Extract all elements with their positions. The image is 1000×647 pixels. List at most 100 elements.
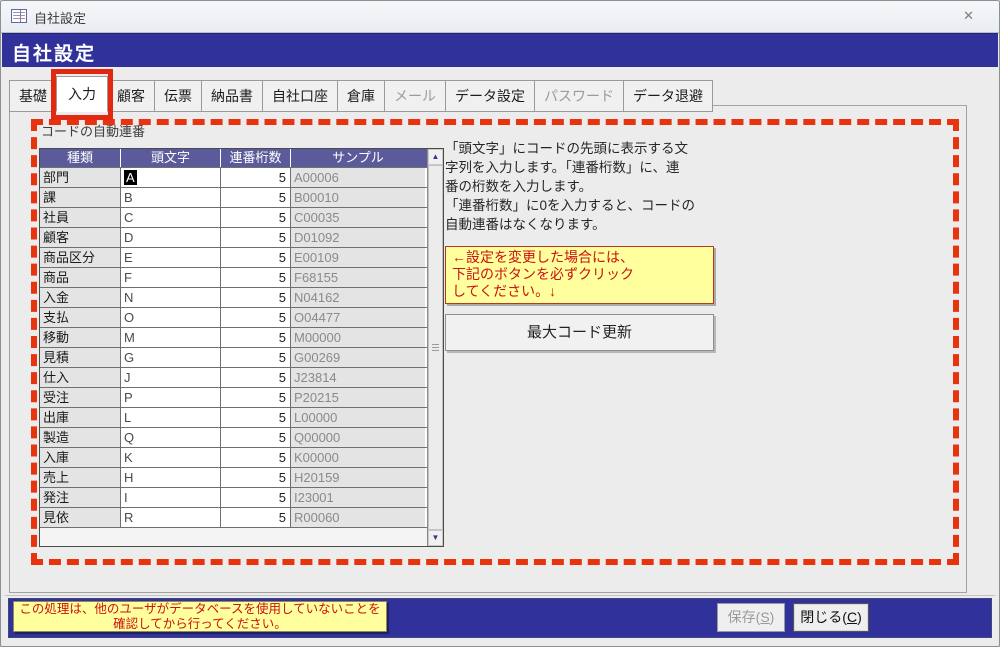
table-row[interactable]: 受注P5P20215: [40, 387, 427, 407]
cell-sample[interactable]: P20215: [290, 388, 425, 407]
table-row[interactable]: 見積G5G00269: [40, 347, 427, 367]
cell-prefix[interactable]: G: [120, 348, 220, 367]
table-row[interactable]: 支払O5O04477: [40, 307, 427, 327]
cell-prefix[interactable]: C: [120, 208, 220, 227]
cell-sample[interactable]: D01092: [290, 228, 425, 247]
table-row[interactable]: 課B5B00010: [40, 187, 427, 207]
cell-sample[interactable]: M00000: [290, 328, 425, 347]
table-row[interactable]: 入金N5N04162: [40, 287, 427, 307]
tab-伝票[interactable]: 伝票: [154, 80, 202, 112]
cell-sample[interactable]: L00000: [290, 408, 425, 427]
cell-sample[interactable]: F68155: [290, 268, 425, 287]
scroll-up-button[interactable]: ▲: [428, 149, 443, 165]
cell-digits[interactable]: 5: [220, 248, 290, 267]
cell-type[interactable]: 部門: [40, 168, 120, 187]
cell-type[interactable]: 商品区分: [40, 248, 120, 267]
cell-digits[interactable]: 5: [220, 168, 290, 187]
cell-digits[interactable]: 5: [220, 288, 290, 307]
tab-入力[interactable]: 入力: [56, 76, 108, 112]
cell-sample[interactable]: K00000: [290, 448, 425, 467]
cell-prefix[interactable]: A: [120, 168, 220, 187]
cell-prefix[interactable]: L: [120, 408, 220, 427]
cell-sample[interactable]: I23001: [290, 488, 425, 507]
table-row[interactable]: 社員C5C00035: [40, 207, 427, 227]
cell-digits[interactable]: 5: [220, 508, 290, 527]
cell-prefix[interactable]: I: [120, 488, 220, 507]
table-row[interactable]: 移動M5M00000: [40, 327, 427, 347]
tab-基礎[interactable]: 基礎: [9, 80, 57, 112]
table-row[interactable]: 発注I5I23001: [40, 487, 427, 507]
cell-type[interactable]: 入金: [40, 288, 120, 307]
table-row[interactable]: 顧客D5D01092: [40, 227, 427, 247]
cell-digits[interactable]: 5: [220, 208, 290, 227]
cell-digits[interactable]: 5: [220, 388, 290, 407]
tab-データ設定[interactable]: データ設定: [445, 80, 535, 112]
cell-type[interactable]: 移動: [40, 328, 120, 347]
cell-type[interactable]: 商品: [40, 268, 120, 287]
cell-sample[interactable]: B00010: [290, 188, 425, 207]
table-empty-row[interactable]: [40, 527, 427, 546]
tab-データ退避[interactable]: データ退避: [623, 80, 713, 112]
tab-メール[interactable]: メール: [384, 80, 446, 112]
cell-prefix[interactable]: M: [120, 328, 220, 347]
cell-digits[interactable]: 5: [220, 468, 290, 487]
cell-digits[interactable]: 5: [220, 268, 290, 287]
cell-type[interactable]: 仕入: [40, 368, 120, 387]
cell-digits[interactable]: 5: [220, 448, 290, 467]
cell-digits[interactable]: 5: [220, 408, 290, 427]
cell-prefix[interactable]: B: [120, 188, 220, 207]
table-row[interactable]: 入庫K5K00000: [40, 447, 427, 467]
table-row[interactable]: 商品F5F68155: [40, 267, 427, 287]
cell-digits[interactable]: 5: [220, 368, 290, 387]
cell-digits[interactable]: 5: [220, 428, 290, 447]
cell-prefix[interactable]: P: [120, 388, 220, 407]
cell-digits[interactable]: 5: [220, 328, 290, 347]
cell-sample[interactable]: Q00000: [290, 428, 425, 447]
table-row[interactable]: 部門A5A00006: [40, 167, 427, 187]
cell-sample[interactable]: J23814: [290, 368, 425, 387]
cell-prefix[interactable]: H: [120, 468, 220, 487]
table-row[interactable]: 商品区分E5E00109: [40, 247, 427, 267]
cell-prefix[interactable]: E: [120, 248, 220, 267]
table-vertical-scrollbar[interactable]: ▲ ▼: [427, 149, 443, 546]
update-max-code-button[interactable]: 最大コード更新: [445, 314, 714, 351]
cell-type[interactable]: 社員: [40, 208, 120, 227]
scroll-down-button[interactable]: ▼: [428, 530, 443, 546]
cell-type[interactable]: 見依: [40, 508, 120, 527]
cell-sample[interactable]: H20159: [290, 468, 425, 487]
table-row[interactable]: 製造Q5Q00000: [40, 427, 427, 447]
cell-type[interactable]: 見積: [40, 348, 120, 367]
cell-prefix[interactable]: R: [120, 508, 220, 527]
cell-prefix[interactable]: O: [120, 308, 220, 327]
close-button[interactable]: 閉じる(C): [793, 603, 869, 632]
tab-納品書[interactable]: 納品書: [201, 80, 263, 112]
cell-sample[interactable]: R00060: [290, 508, 425, 527]
cell-prefix[interactable]: K: [120, 448, 220, 467]
cell-digits[interactable]: 5: [220, 348, 290, 367]
tab-倉庫[interactable]: 倉庫: [337, 80, 385, 112]
window-close-icon[interactable]: ✕: [963, 8, 974, 24]
cell-digits[interactable]: 5: [220, 308, 290, 327]
tab-パスワード[interactable]: パスワード: [534, 80, 624, 112]
cell-type[interactable]: 支払: [40, 308, 120, 327]
table-row[interactable]: 出庫L5L00000: [40, 407, 427, 427]
cell-sample[interactable]: O04477: [290, 308, 425, 327]
cell-digits[interactable]: 5: [220, 228, 290, 247]
cell-digits[interactable]: 5: [220, 488, 290, 507]
cell-type[interactable]: 課: [40, 188, 120, 207]
scrollbar-thumb[interactable]: [428, 165, 443, 530]
cell-type[interactable]: 入庫: [40, 448, 120, 467]
cell-prefix[interactable]: D: [120, 228, 220, 247]
table-row[interactable]: 仕入J5J23814: [40, 367, 427, 387]
table-row[interactable]: 見依R5R00060: [40, 507, 427, 527]
cell-sample[interactable]: G00269: [290, 348, 425, 367]
save-button[interactable]: 保存(S): [717, 603, 785, 632]
cell-type[interactable]: 受注: [40, 388, 120, 407]
cell-digits[interactable]: 5: [220, 188, 290, 207]
cell-type[interactable]: 製造: [40, 428, 120, 447]
cell-type[interactable]: 顧客: [40, 228, 120, 247]
cell-sample[interactable]: E00109: [290, 248, 425, 267]
cell-type[interactable]: 売上: [40, 468, 120, 487]
cell-prefix[interactable]: Q: [120, 428, 220, 447]
cell-prefix[interactable]: N: [120, 288, 220, 307]
